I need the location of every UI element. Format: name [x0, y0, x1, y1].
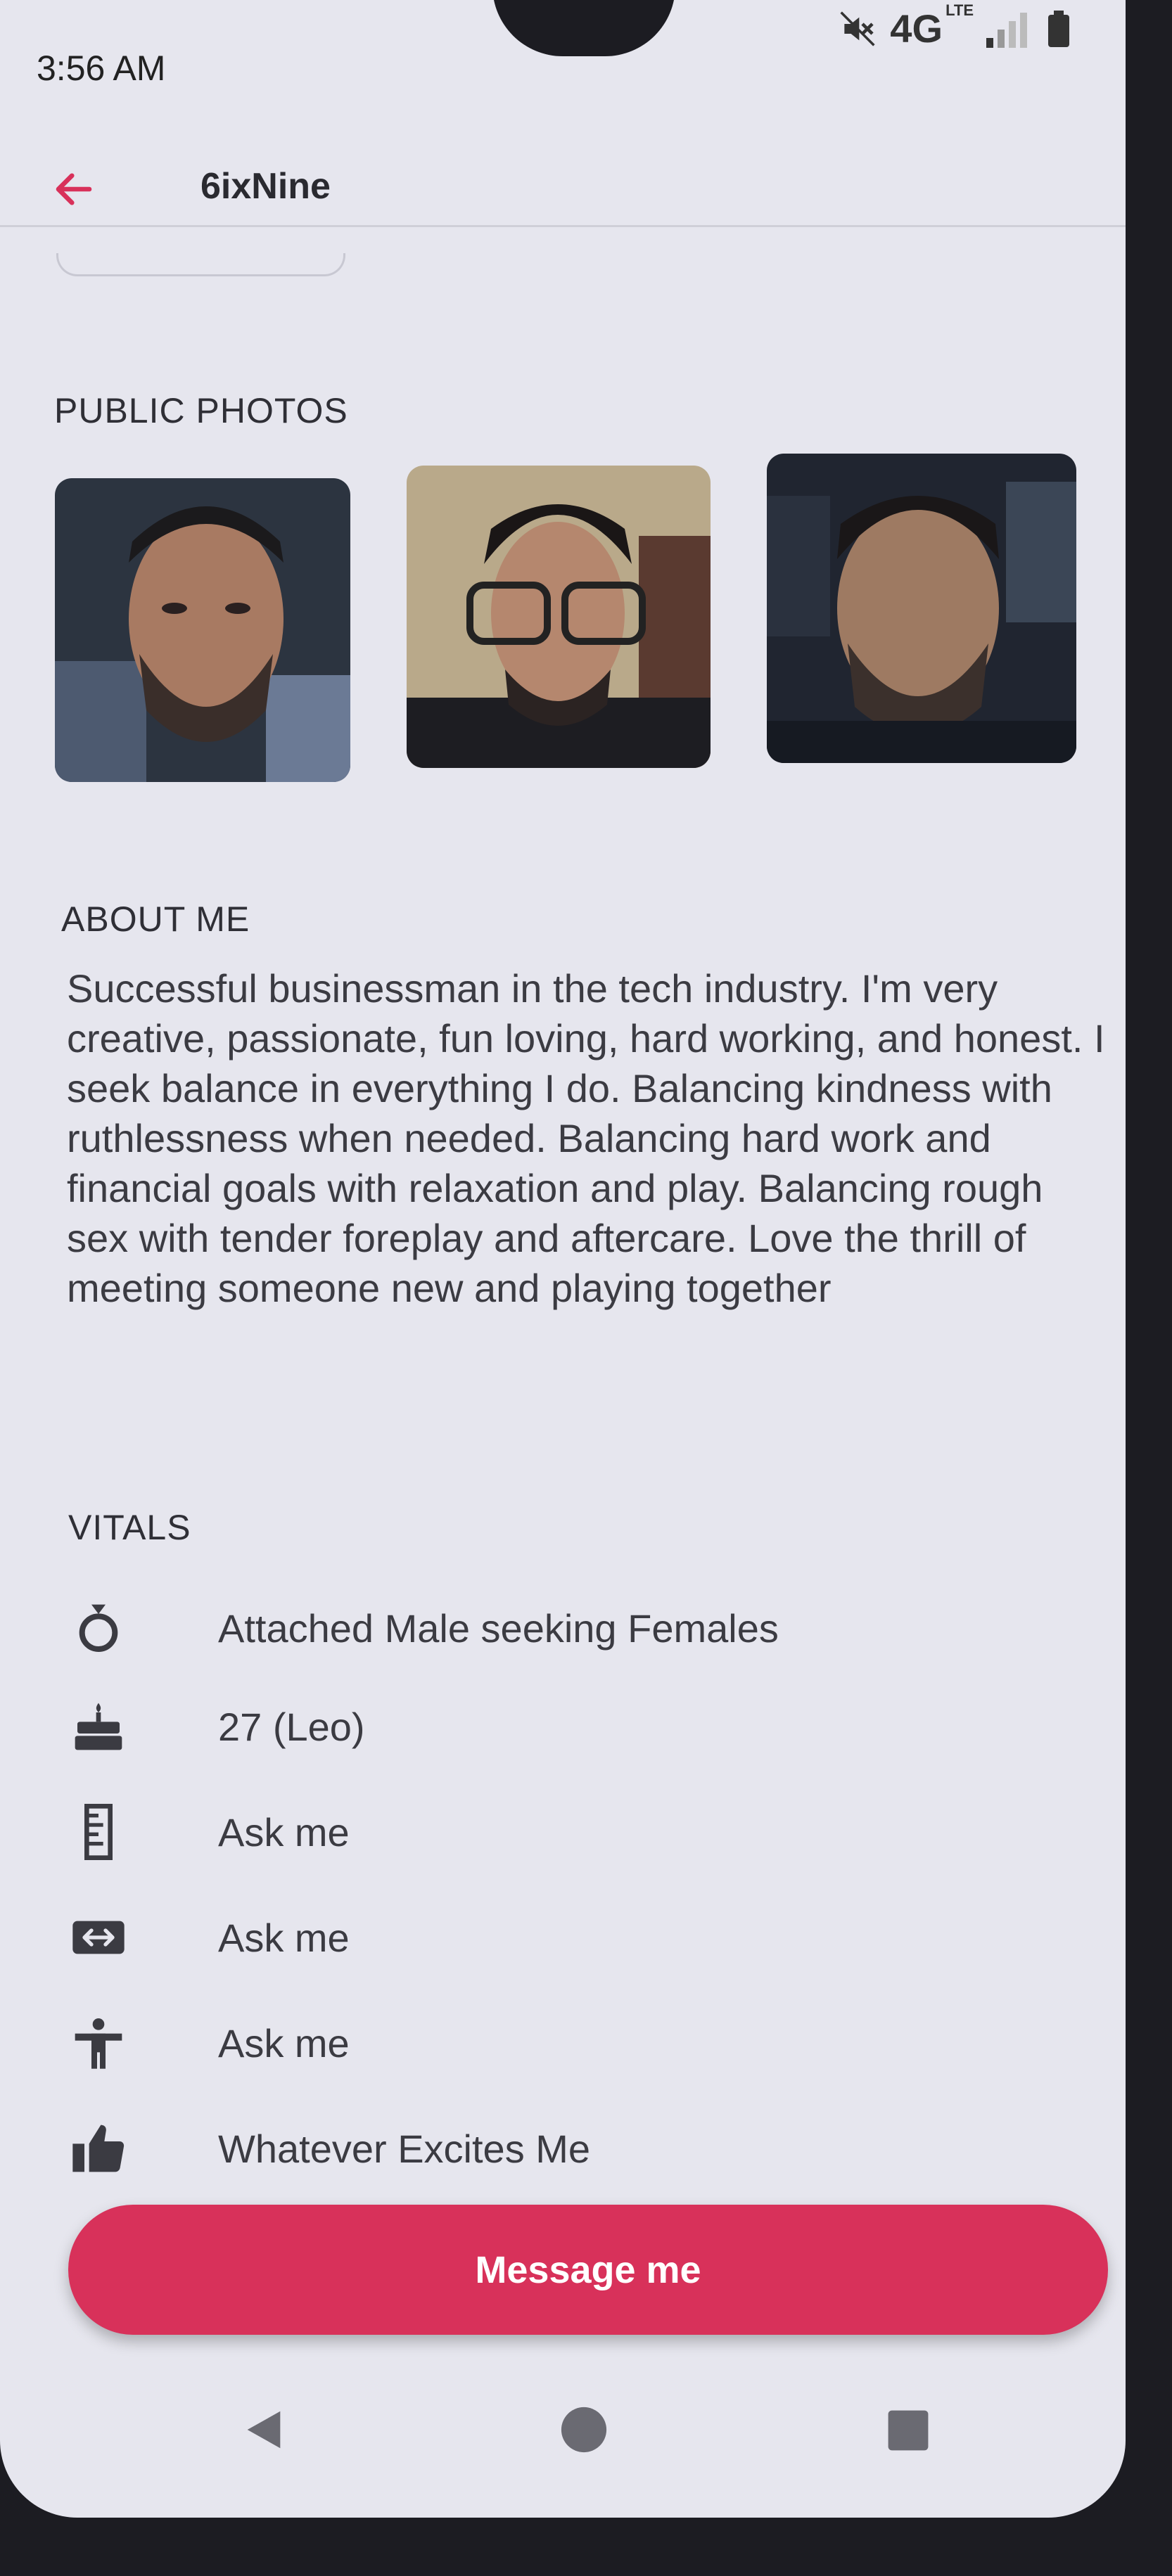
- status-bar: 3:56 AM 4G LTE: [0, 0, 1126, 127]
- message-me-button[interactable]: Message me: [68, 2205, 1108, 2335]
- vital-height: Ask me: [70, 1797, 1069, 1867]
- status-time: 3:56 AM: [37, 49, 166, 88]
- photo-image: [407, 466, 711, 768]
- public-photo-2[interactable]: [407, 466, 711, 768]
- about-me-title: ABOUT ME: [61, 899, 250, 939]
- birthday-cake-icon: [75, 1703, 122, 1750]
- vital-text: Attached Male seeking Females: [218, 1606, 779, 1651]
- network-type: 4G LTE: [890, 1, 974, 51]
- vital-text: Ask me: [218, 1916, 350, 1960]
- mute-icon: [840, 11, 875, 46]
- vital-age: 27 (Leo): [70, 1691, 1069, 1762]
- status-icons: 4G LTE: [838, 1, 1069, 51]
- relationship-ring-icon: [79, 1604, 118, 1652]
- nav-home-icon[interactable]: [559, 2405, 609, 2454]
- system-nav-bar: [0, 2377, 1126, 2497]
- nav-back-icon[interactable]: [239, 2405, 288, 2454]
- thumbs-up-icon: [72, 2125, 125, 2172]
- back-arrow-icon[interactable]: [51, 166, 97, 212]
- vital-body-type: Ask me: [70, 2008, 1069, 2078]
- phone-screen: 3:56 AM 4G LTE 6ixNine PUBLIC PHOTOS ABO…: [0, 0, 1126, 2518]
- about-me-text: Successful businessman in the tech indus…: [67, 966, 1105, 1310]
- vital-text: Ask me: [218, 2021, 350, 2065]
- vital-text: Whatever Excites Me: [218, 2127, 591, 2171]
- body-type-icon: [75, 2018, 122, 2069]
- network-sub: LTE: [945, 1, 974, 19]
- profile-header: 6ixNine: [0, 127, 1126, 227]
- vital-body-width: Ask me: [70, 1902, 1069, 1973]
- photo-image: [767, 454, 1076, 763]
- public-photo-3[interactable]: [767, 454, 1076, 763]
- page-title: 6ixNine: [200, 166, 331, 207]
- photo-image: [55, 478, 350, 782]
- vital-text: Ask me: [218, 1810, 350, 1854]
- vital-relationship: Attached Male seeking Females: [70, 1593, 1069, 1663]
- vital-text: 27 (Leo): [218, 1705, 365, 1749]
- vital-interests: Whatever Excites Me: [70, 2113, 1069, 2184]
- vitals-title: VITALS: [68, 1508, 191, 1547]
- public-photos-title: PUBLIC PHOTOS: [54, 391, 348, 430]
- public-photo-1[interactable]: [55, 478, 350, 782]
- signal-icon: [986, 12, 1027, 48]
- nav-recent-icon[interactable]: [886, 2409, 930, 2452]
- body-width-icon: [72, 1921, 125, 1954]
- battery-icon: [1048, 10, 1069, 47]
- scrolled-content-edge: [56, 253, 345, 276]
- height-ruler-icon: [84, 1804, 113, 1860]
